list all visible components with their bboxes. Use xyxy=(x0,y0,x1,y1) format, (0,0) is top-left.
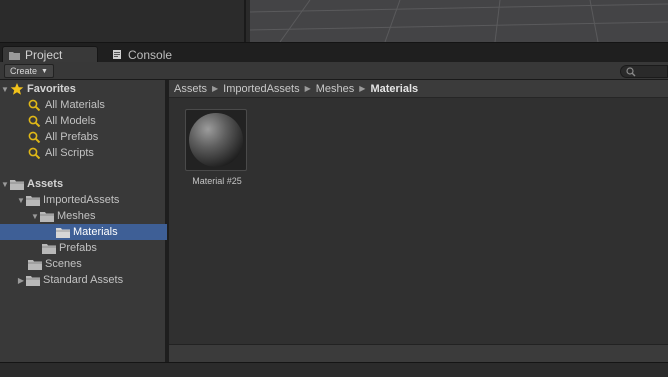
expand-arrow-icon[interactable]: ▼ xyxy=(16,196,26,205)
project-tree-panel: ▼ Favorites All Materials All Models All… xyxy=(0,80,167,362)
folder-icon xyxy=(26,196,40,206)
tab-project[interactable]: Project xyxy=(2,46,98,63)
tab-console[interactable]: Console xyxy=(106,46,186,63)
project-toolbar: Create ▼ xyxy=(0,62,668,80)
favorites-header[interactable]: ▼ Favorites xyxy=(0,81,167,97)
folder-label: Materials xyxy=(73,226,118,238)
search-input[interactable] xyxy=(620,65,668,78)
asset-tile-material[interactable] xyxy=(185,109,247,171)
folder-icon xyxy=(10,180,24,190)
breadcrumb-separator-icon: ▶ xyxy=(359,84,366,93)
search-icon xyxy=(28,147,41,159)
console-icon xyxy=(113,50,121,59)
hierarchy-panel-remnant xyxy=(0,0,246,42)
favorite-item-all-materials[interactable]: All Materials xyxy=(0,97,167,113)
search-icon xyxy=(28,115,41,127)
breadcrumb-item[interactable]: Meshes xyxy=(316,83,355,95)
breadcrumb-item[interactable]: ImportedAssets xyxy=(223,83,299,95)
folder-materials[interactable]: Materials xyxy=(0,224,167,240)
folder-label: Prefabs xyxy=(59,242,97,254)
favorite-item-label: All Materials xyxy=(45,99,105,111)
folder-icon xyxy=(40,212,54,222)
folder-icon xyxy=(26,276,40,286)
material-sphere-icon xyxy=(189,113,243,167)
breadcrumb-item[interactable]: Assets xyxy=(174,83,207,95)
folder-icon xyxy=(56,228,70,238)
folder-label: Meshes xyxy=(57,210,96,222)
create-label: Create xyxy=(10,66,38,76)
favorite-item-label: All Scripts xyxy=(45,147,94,159)
tab-label: Console xyxy=(128,47,173,62)
create-button[interactable]: Create ▼ xyxy=(4,64,54,78)
search-icon xyxy=(626,67,636,77)
favorite-item-all-models[interactable]: All Models xyxy=(0,113,167,129)
scene-view[interactable] xyxy=(250,0,668,42)
tab-bar: Project Console xyxy=(0,42,668,63)
breadcrumb: Assets ▶ ImportedAssets ▶ Meshes ▶ Mater… xyxy=(169,80,668,98)
breadcrumb-current[interactable]: Materials xyxy=(370,83,418,95)
folder-standard-assets[interactable]: ▶ Standard Assets xyxy=(0,272,167,288)
favorite-item-all-scripts[interactable]: All Scripts xyxy=(0,145,167,161)
asset-label: Material #25 xyxy=(192,176,242,186)
tab-label: Project xyxy=(25,48,63,62)
folder-imported-assets[interactable]: ▼ ImportedAssets xyxy=(0,192,167,208)
expand-arrow-icon[interactable]: ▶ xyxy=(16,276,26,285)
status-bar xyxy=(0,362,668,377)
folder-prefabs[interactable]: Prefabs xyxy=(0,240,167,256)
folder-label: Assets xyxy=(27,178,64,190)
breadcrumb-separator-icon: ▶ xyxy=(304,84,311,93)
folder-icon xyxy=(28,260,42,270)
expand-arrow-icon[interactable]: ▼ xyxy=(30,212,40,221)
scene-grid xyxy=(250,0,668,42)
search-icon xyxy=(28,99,41,111)
folder-label: Scenes xyxy=(45,258,82,270)
folder-icon xyxy=(42,244,56,254)
favorite-item-label: All Models xyxy=(45,115,96,127)
breadcrumb-separator-icon: ▶ xyxy=(212,84,219,93)
expand-arrow-icon[interactable]: ▼ xyxy=(0,180,10,189)
folder-meshes[interactable]: ▼ Meshes xyxy=(0,208,167,224)
chevron-down-icon: ▼ xyxy=(41,67,48,75)
expand-arrow-icon[interactable]: ▼ xyxy=(0,85,10,94)
folder-label: ImportedAssets xyxy=(43,194,120,206)
folder-scenes[interactable]: Scenes xyxy=(0,256,167,272)
favorites-label: Favorites xyxy=(27,83,76,95)
star-icon xyxy=(10,83,24,95)
asset-browser-panel: Assets ▶ ImportedAssets ▶ Meshes ▶ Mater… xyxy=(169,80,668,362)
asset-browser-footer xyxy=(169,344,668,362)
scene-view-area xyxy=(0,0,668,42)
search-icon xyxy=(28,131,41,143)
folder-label: Standard Assets xyxy=(43,274,124,286)
folder-icon xyxy=(9,51,20,60)
assets-root[interactable]: ▼ Assets xyxy=(0,176,167,192)
favorite-item-label: All Prefabs xyxy=(45,131,99,143)
favorite-item-all-prefabs[interactable]: All Prefabs xyxy=(0,129,167,145)
